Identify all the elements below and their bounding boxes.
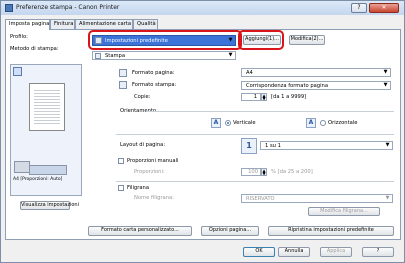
help-button[interactable]: ? <box>362 247 394 257</box>
copies-input[interactable]: 1 <box>241 93 261 101</box>
output-size-icon <box>119 81 127 89</box>
modify-profile-button[interactable]: Modifica(2)... <box>289 35 325 45</box>
page-layout-value: 1 su 1 <box>265 143 281 149</box>
profile-icon <box>95 37 102 44</box>
scaling-range: % [da 25 a 200] <box>271 169 313 175</box>
page-preview-lines <box>34 88 60 126</box>
portrait-radio[interactable] <box>225 120 231 126</box>
tab-paper-source[interactable]: Alimentazione carta <box>75 19 133 29</box>
page-size-icon <box>119 69 127 77</box>
preview-area: A4 [Proporzioni: Auto] <box>10 64 82 196</box>
help-window-button[interactable]: ? <box>351 3 367 13</box>
watermark-checkbox[interactable] <box>118 185 124 191</box>
chevron-down-icon: ▼ <box>383 82 388 88</box>
printer-icon <box>5 4 13 12</box>
copies-label: Copie: <box>134 94 151 100</box>
page-options-button[interactable]: Opzioni pagina... <box>201 226 259 236</box>
layout-icon: 1 <box>241 138 257 154</box>
tab-finishing[interactable]: Finitura <box>50 19 75 29</box>
output-size-select[interactable]: Corrispondenza formato pagina ▼ <box>241 81 391 90</box>
output-method-label: Metodo di stampa: <box>10 46 59 52</box>
scaling-value: 100 <box>248 169 258 175</box>
watermark-name-value: RISERVATO <box>246 196 275 202</box>
close-window-button[interactable]: ✕ <box>369 3 399 13</box>
chevron-down-icon: ▼ <box>385 142 390 148</box>
profile-select[interactable]: Impostazioni predefinite ▼ <box>92 35 236 46</box>
landscape-label: Orizzontale <box>328 120 358 126</box>
output-size-label: Formato stampa: <box>132 82 177 88</box>
copies-value: 1 <box>253 94 257 100</box>
copies-range: [da 1 a 9999] <box>271 94 307 100</box>
chevron-down-icon: ▼ <box>383 69 388 75</box>
window-title: Preferenze stampa - Canon Printer <box>16 4 120 11</box>
chevron-down-icon: ▼ <box>228 52 233 58</box>
print-icon <box>95 53 101 59</box>
print-preferences-window: Preferenze stampa - Canon Printer ? ✕ Im… <box>0 0 405 263</box>
view-settings-button[interactable]: Visualizza impostazioni <box>20 201 79 210</box>
profile-label: Profilo: <box>10 34 28 40</box>
edit-watermark-button[interactable]: Modifica filigrana... <box>308 207 380 216</box>
orientation-divider <box>146 111 394 112</box>
watermark-name-select[interactable]: RISERVATO ▼ <box>241 194 393 203</box>
scaling-input[interactable]: 100 <box>241 168 261 176</box>
apply-button[interactable]: Applica <box>320 247 352 257</box>
page-layout-label: Layout di pagina: <box>120 142 166 148</box>
portrait-label: Verticale <box>233 120 256 126</box>
paper-stack-icon <box>29 165 67 175</box>
watermark-label: Filigrana <box>127 185 150 191</box>
page-setup-panel: Profilo: Impostazioni predefinite ▼ Aggi… <box>5 29 401 240</box>
profile-value: Impostazioni predefinite <box>105 38 168 44</box>
manual-scaling-label: Proporzioni manuali <box>127 158 179 164</box>
scaling-stepper[interactable]: ▲ ▼ <box>261 168 267 176</box>
title-bar: Preferenze stampa - Canon Printer ? ✕ <box>1 1 404 15</box>
output-method-value: Stampa <box>105 53 126 59</box>
tab-page-setup[interactable]: Imposta pagina <box>5 19 50 30</box>
preview-mode-icon[interactable] <box>13 67 22 76</box>
chevron-down-icon: ▼ <box>228 37 233 43</box>
page-size-value: A4 <box>246 70 253 76</box>
watermark-name-label: Nome filigrana: <box>134 195 174 201</box>
output-size-value: Corrispondenza formato pagina <box>246 83 328 89</box>
add-profile-button[interactable]: Aggiungi(1)... <box>243 35 281 45</box>
output-method-select[interactable]: Stampa ▼ <box>92 51 236 60</box>
page-layout-select[interactable]: 1 su 1 ▼ <box>260 141 393 150</box>
chevron-down-icon: ▼ <box>385 195 390 201</box>
section-divider <box>116 181 394 182</box>
custom-paper-size-button[interactable]: Formato carta personalizzato... <box>88 226 192 236</box>
cancel-button[interactable]: Annulla <box>278 247 310 257</box>
page-preview <box>29 83 65 131</box>
scaling-label: Proporzioni: <box>134 169 165 175</box>
printer-graphic-icon <box>14 161 30 173</box>
landscape-radio[interactable] <box>320 120 326 126</box>
portrait-icon: A <box>211 118 221 128</box>
page-size-label: Formato pagina: <box>132 70 175 76</box>
tab-quality[interactable]: Qualità <box>133 19 158 29</box>
section-divider <box>116 134 394 135</box>
manual-scaling-checkbox[interactable] <box>118 158 124 164</box>
restore-defaults-button[interactable]: Ripristina impostazioni predefinite <box>268 226 394 236</box>
copies-stepper[interactable]: ▲ ▼ <box>261 93 267 101</box>
landscape-icon: A <box>306 118 316 128</box>
ok-button[interactable]: OK <box>243 247 275 257</box>
preview-caption: A4 [Proporzioni: Auto] <box>13 177 63 182</box>
page-size-select[interactable]: A4 ▼ <box>241 68 391 77</box>
